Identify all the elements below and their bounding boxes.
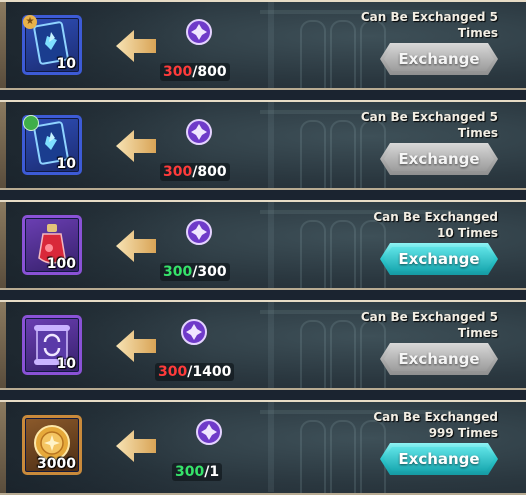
item-quantity: 3000	[37, 456, 76, 472]
background-arch	[300, 20, 326, 88]
exchange-limit-line1: Can Be Exchanged 5	[360, 310, 498, 324]
exchange-limit-text: Can Be Exchanged 5 Times	[328, 309, 498, 341]
exchange-list: ★ 10 300/800 Can Be Exchanged 5 Times Ex…	[0, 0, 526, 495]
arrow-left-icon	[116, 330, 156, 362]
cost-owned: 300	[163, 64, 193, 80]
green-dot-icon	[23, 115, 39, 131]
exchange-limit-line2: 999 Times	[428, 426, 498, 440]
cost-owned: 300	[163, 164, 193, 180]
exchange-button[interactable]: Exchange	[380, 343, 498, 375]
arrow-left-icon	[116, 230, 156, 262]
cost-display: 300/1	[172, 463, 223, 481]
purple-token-icon	[186, 119, 212, 145]
exchange-limit-text: Can Be Exchanged 999 Times	[328, 409, 498, 441]
exchange-limit-line2: Times	[457, 26, 498, 40]
exchange-limit-line1: Can Be Exchanged	[373, 410, 498, 424]
exchange-button-label: Exchange	[384, 147, 494, 171]
cost-display: 300/800	[160, 163, 230, 181]
exchange-button[interactable]: Exchange	[380, 43, 498, 75]
cost-owned: 300	[175, 464, 205, 480]
background-pillar	[268, 202, 274, 288]
reward-item-slot[interactable]: 3000	[22, 415, 82, 475]
background-pillar	[268, 2, 274, 88]
exchange-button-label: Exchange	[384, 347, 494, 371]
exchange-limit-line1: Can Be Exchanged 5	[360, 10, 498, 24]
exchange-row: 100 300/300 Can Be Exchanged 10 Times Ex…	[0, 200, 526, 290]
exchange-limit-text: Can Be Exchanged 5 Times	[328, 109, 498, 141]
cost-required: /300	[192, 264, 227, 280]
reward-item-slot[interactable]: 10	[22, 315, 82, 375]
background-arch	[300, 420, 326, 493]
cost-owned: 300	[163, 264, 193, 280]
purple-token-icon	[181, 319, 207, 345]
cost-required: /800	[192, 64, 227, 80]
cost-owned: 300	[158, 364, 188, 380]
arrow-left-icon	[116, 430, 156, 462]
exchange-row: 3000 300/1 Can Be Exchanged 999 Times Ex…	[0, 400, 526, 495]
reward-item-slot[interactable]: ★ 10	[22, 15, 82, 75]
exchange-button-label: Exchange	[384, 247, 494, 271]
cost-display: 300/300	[160, 263, 230, 281]
cost-required: /1	[204, 464, 220, 480]
exchange-limit-text: Can Be Exchanged 5 Times	[328, 9, 498, 41]
exchange-limit-line2: Times	[457, 326, 498, 340]
background-pillar	[268, 402, 274, 492]
exchange-button[interactable]: Exchange	[380, 143, 498, 175]
reward-item-slot[interactable]: 100	[22, 215, 82, 275]
arrow-left-icon	[116, 30, 156, 62]
arrow-left-icon	[116, 130, 156, 162]
item-quantity: 10	[56, 156, 76, 172]
star-icon: ★	[23, 15, 37, 29]
exchange-button[interactable]: Exchange	[380, 443, 498, 475]
exchange-limit-text: Can Be Exchanged 10 Times	[328, 209, 498, 241]
exchange-button[interactable]: Exchange	[380, 243, 498, 275]
reward-item-slot[interactable]: 10	[22, 115, 82, 175]
background-arch	[300, 220, 326, 288]
cost-required: /1400	[187, 364, 232, 380]
exchange-limit-line2: Times	[457, 126, 498, 140]
purple-token-icon	[186, 19, 212, 45]
cost-display: 300/800	[160, 63, 230, 81]
exchange-limit-line2: 10 Times	[437, 226, 498, 240]
exchange-limit-line1: Can Be Exchanged	[373, 210, 498, 224]
purple-token-icon	[186, 219, 212, 245]
exchange-button-label: Exchange	[384, 447, 494, 471]
item-quantity: 10	[56, 356, 76, 372]
background-pillar	[268, 302, 274, 388]
background-arch	[300, 320, 326, 388]
exchange-row: 10 300/800 Can Be Exchanged 5 Times Exch…	[0, 100, 526, 190]
exchange-row: 10 300/1400 Can Be Exchanged 5 Times Exc…	[0, 300, 526, 390]
background-arch	[300, 120, 326, 188]
item-quantity: 10	[56, 56, 76, 72]
cost-display: 300/1400	[155, 363, 235, 381]
exchange-limit-line1: Can Be Exchanged 5	[360, 110, 498, 124]
item-quantity: 100	[46, 256, 76, 272]
exchange-button-label: Exchange	[384, 47, 494, 71]
background-pillar	[268, 102, 274, 188]
exchange-row: ★ 10 300/800 Can Be Exchanged 5 Times Ex…	[0, 0, 526, 90]
purple-token-icon	[196, 419, 222, 445]
cost-required: /800	[192, 164, 227, 180]
